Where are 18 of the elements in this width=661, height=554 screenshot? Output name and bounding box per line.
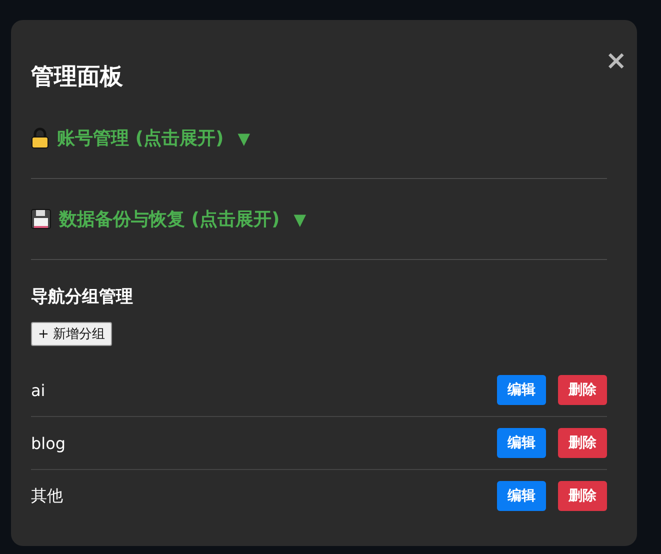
- delete-button[interactable]: 删除: [558, 481, 607, 511]
- add-group-button[interactable]: + 新增分组: [31, 322, 112, 346]
- caret-icon: ▼: [238, 128, 250, 148]
- group-name: 其他: [31, 486, 64, 506]
- group-name: ai: [31, 380, 46, 400]
- close-button[interactable]: ×: [605, 48, 627, 74]
- padlock-icon: [31, 127, 49, 149]
- section-toggle[interactable]: 账号管理 (点击展开): [57, 126, 224, 150]
- edit-button[interactable]: 编辑: [497, 428, 546, 458]
- caret-icon: ▼: [294, 210, 306, 228]
- section-heading: 导航分组管理: [31, 289, 134, 306]
- section-toggle[interactable]: 数据备份与恢复 (点击展开): [59, 207, 280, 231]
- edit-button[interactable]: 编辑: [497, 481, 546, 511]
- group-name: blog: [31, 434, 67, 452]
- delete-button[interactable]: 删除: [558, 375, 607, 405]
- delete-button[interactable]: 删除: [558, 428, 607, 458]
- edit-button[interactable]: 编辑: [497, 375, 546, 405]
- dialog-title: 管理面板: [31, 66, 123, 89]
